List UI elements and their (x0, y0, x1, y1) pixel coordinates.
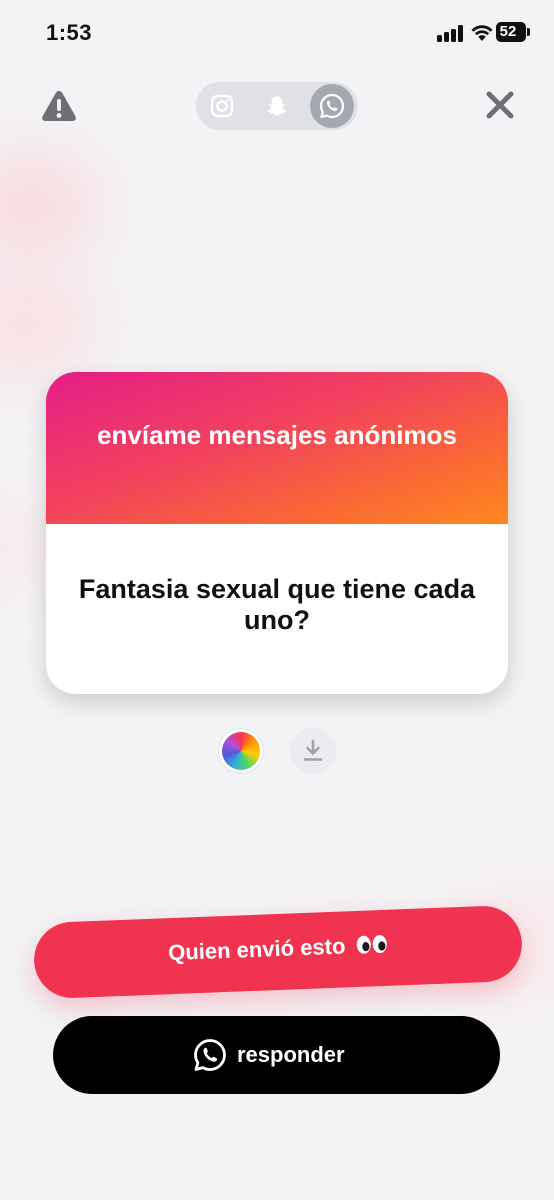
instagram-share-button[interactable] (202, 86, 242, 126)
screen: 1:53 52 envíame mensajes anónimos Fantas… (0, 0, 554, 1200)
battery-icon: 52 (496, 22, 530, 42)
who-sent-label: Quien envió esto (167, 933, 346, 966)
download-button[interactable] (290, 728, 336, 774)
whatsapp-share-button[interactable] (310, 84, 354, 128)
share-platform-selector (196, 82, 358, 130)
snapchat-share-button[interactable] (257, 86, 297, 126)
message-card: envíame mensajes anónimos Fantasia sexua… (46, 372, 508, 694)
instagram-icon (210, 94, 234, 118)
card-question: Fantasia sexual que tiene cada uno? (78, 574, 476, 635)
card-header: envíame mensajes anónimos (46, 372, 508, 524)
report-button[interactable] (40, 88, 78, 124)
background-blur (0, 270, 100, 380)
status-time: 1:53 (46, 20, 93, 45)
reply-button[interactable]: responder (53, 1016, 500, 1094)
wifi-icon (471, 25, 493, 41)
color-picker-button[interactable] (222, 732, 260, 770)
whatsapp-icon (194, 1039, 226, 1071)
status-bar: 1:53 52 (0, 0, 554, 66)
whatsapp-icon (319, 93, 345, 119)
background-blur (0, 150, 100, 260)
card-header-text: envíame mensajes anónimos (97, 420, 457, 450)
reply-button-content: responder (53, 1016, 500, 1094)
close-button[interactable] (483, 88, 517, 122)
snapchat-icon (267, 96, 287, 116)
warning-icon (42, 91, 76, 121)
eyes-icon (356, 935, 387, 954)
battery-level: 52 (499, 23, 517, 40)
reply-label: responder (237, 1042, 345, 1067)
signal-icon (437, 24, 465, 42)
download-icon (303, 739, 323, 761)
who-sent-label-row: Quien envió esto (34, 927, 523, 972)
close-icon (486, 91, 514, 119)
who-sent-button[interactable]: Quien envió esto (32, 904, 524, 1000)
